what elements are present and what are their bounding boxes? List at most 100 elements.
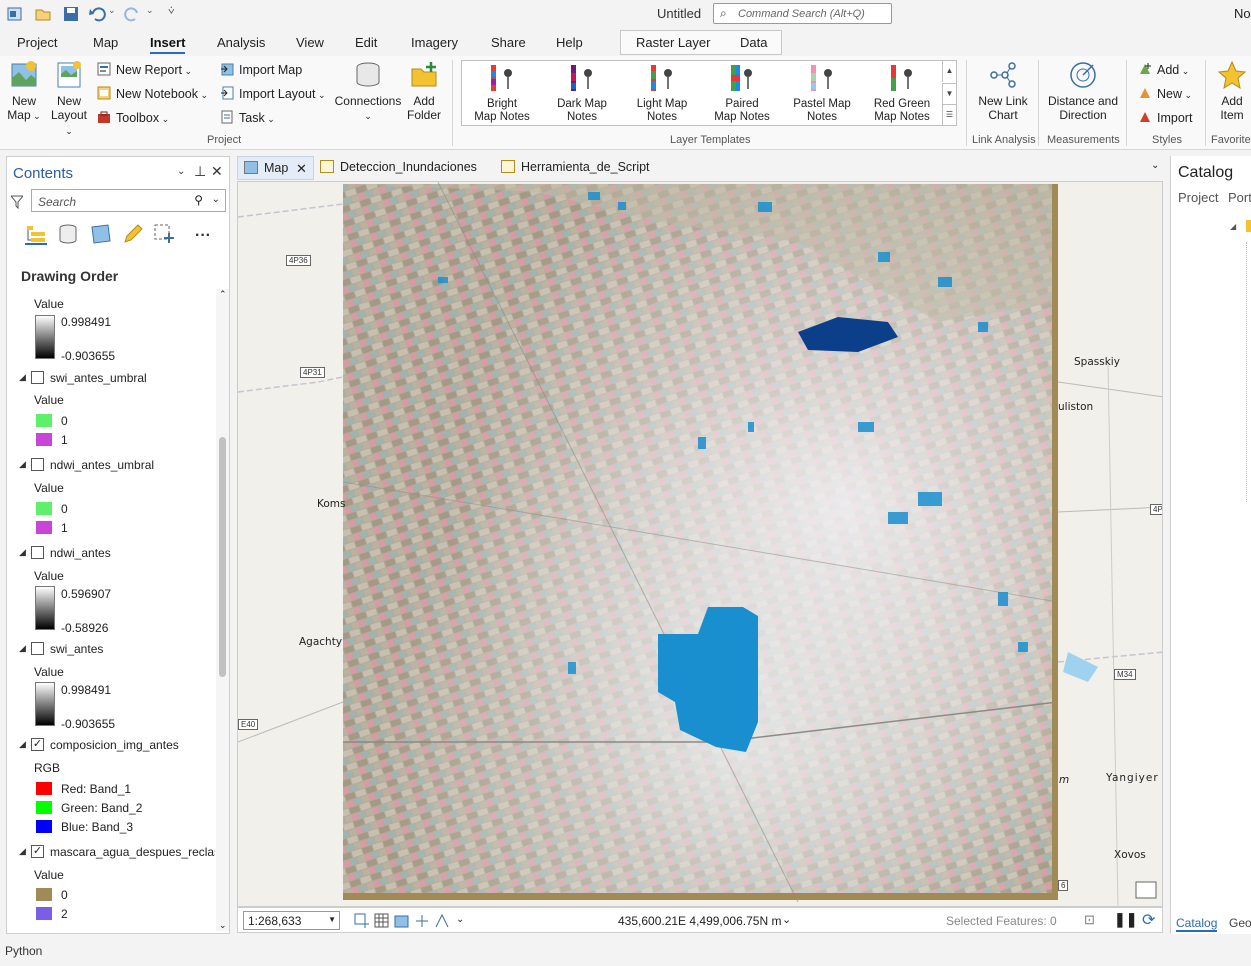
add-item-button[interactable]: Add Item (1212, 60, 1251, 122)
template-paired-map-notes[interactable]: Paired Map Notes (702, 65, 782, 124)
bottom-tab-catalog[interactable]: Catalog (1176, 916, 1218, 932)
layer-row-mascara-agua-despues-reclas[interactable]: ◢ ✓ mascara_agua_despues_reclas (7, 845, 215, 861)
tab-project[interactable]: Project (17, 35, 57, 50)
add-folder-button[interactable]: Add Folder (404, 60, 444, 122)
layer-visibility-checkbox[interactable] (31, 458, 44, 471)
contents-scrollbar[interactable]: ⌃ ⌄ (216, 289, 229, 931)
tab-map[interactable]: Map (93, 35, 118, 50)
layer-visibility-checkbox[interactable] (31, 546, 44, 559)
navigator-icon[interactable] (434, 913, 450, 929)
redo-icon[interactable] (124, 5, 142, 23)
list-by-selection-icon[interactable] (90, 223, 112, 245)
distance-direction-button[interactable]: Distance and Direction (1044, 60, 1122, 122)
tab-insert[interactable]: Insert (150, 35, 186, 54)
close-pane-icon[interactable]: ✕ (211, 163, 223, 180)
new-notebook-button[interactable]: New Notebook ⌄ (97, 86, 208, 101)
user-name-text[interactable]: No (1234, 6, 1251, 21)
template-light-map-notes[interactable]: Light Map Notes (622, 65, 702, 124)
layer-row-swi-antes-umbral[interactable]: ◢ swi_antes_umbral (7, 371, 215, 387)
undo-dropdown-icon[interactable]: ⌄ (108, 5, 116, 23)
new-report-button[interactable]: New Report ⌄ (97, 62, 192, 77)
customize-qat-icon[interactable]: ⩒ (168, 5, 175, 23)
tools-dropdown-icon[interactable]: ⌄ (456, 914, 464, 925)
styles-new-button[interactable]: New ⌄ (1138, 86, 1192, 101)
layout-grid-icon[interactable] (394, 913, 410, 929)
layer-row-ndwi-antes-umbral[interactable]: ◢ ndwi_antes_umbral (7, 458, 215, 474)
new-link-chart-button[interactable]: New Link Chart (973, 60, 1033, 122)
tab-view[interactable]: View (296, 35, 324, 50)
new-layout-button[interactable]: New Layout ⌄ (46, 60, 92, 138)
toolbox-button[interactable]: Toolbox ⌄ (97, 110, 169, 125)
layer-visibility-checkbox[interactable]: ✓ (31, 738, 44, 751)
contents-search-input[interactable]: Search ⚲ ⌄ (31, 189, 226, 212)
catalog-tab-portal[interactable]: Port (1228, 190, 1251, 205)
template-dark-map-notes[interactable]: Dark Map Notes (542, 65, 622, 124)
gallery-scroll-up[interactable]: ▲ (942, 61, 956, 82)
styles-add-button[interactable]: Add ⌄ (1138, 62, 1189, 77)
tab-data[interactable]: Data (740, 35, 767, 50)
template-pastel-map-notes[interactable]: Pastel Map Notes (782, 65, 862, 124)
snapping-icon[interactable] (414, 913, 430, 929)
pause-drawing-icon[interactable]: ❚❚ (1114, 911, 1137, 928)
layer-visibility-checkbox[interactable] (31, 642, 44, 655)
expand-collapse-icon[interactable]: ◢ (19, 739, 26, 750)
scroll-down-icon[interactable]: ⌄ (219, 920, 227, 931)
tab-analysis[interactable]: Analysis (217, 35, 265, 50)
catalog-tab-project[interactable]: Project (1178, 190, 1218, 205)
expand-collapse-icon[interactable]: ◢ (19, 846, 26, 857)
layer-row-ndwi-antes[interactable]: ◢ ndwi_antes (7, 546, 215, 562)
styles-import-button[interactable]: Import (1138, 110, 1192, 125)
expand-collapse-icon[interactable]: ◢ (19, 643, 26, 654)
list-by-data-source-icon[interactable] (57, 223, 79, 245)
table-icon[interactable] (374, 913, 390, 929)
gallery-expand[interactable]: ☰ (942, 104, 956, 125)
filter-icon[interactable] (11, 195, 23, 209)
template-red-green-map-notes[interactable]: Red Green Map Notes (862, 65, 942, 124)
tab-edit[interactable]: Edit (355, 35, 377, 50)
tabs-overflow-icon[interactable]: ⌄ (1151, 160, 1159, 171)
connections-button[interactable]: Connections ⌄ (333, 60, 403, 123)
tab-deteccion-inundaciones[interactable]: Deteccion_Inundaciones (320, 160, 477, 174)
layer-visibility-checkbox[interactable]: ✓ (31, 845, 44, 858)
command-search-input[interactable]: ⌕ Command Search (Alt+Q) (713, 3, 892, 24)
save-icon[interactable] (62, 5, 80, 23)
expand-collapse-icon[interactable]: ◢ (19, 547, 26, 558)
scroll-up-icon[interactable]: ⌃ (219, 289, 227, 300)
grid-tool-icon[interactable] (354, 913, 370, 929)
gallery-scroll-down[interactable]: ▼ (942, 83, 956, 104)
task-button[interactable]: Task ⌄ (220, 110, 275, 125)
undo-icon[interactable] (88, 5, 106, 23)
new-project-icon[interactable] (6, 5, 24, 23)
tab-raster-layer[interactable]: Raster Layer (636, 35, 710, 50)
clear-selection-icon[interactable]: ⊡ (1084, 912, 1095, 928)
tab-help[interactable]: Help (556, 35, 583, 50)
list-by-editing-icon[interactable] (122, 223, 144, 245)
tab-herramienta-de-script[interactable]: Herramienta_de_Script (501, 160, 650, 174)
layer-row-swi-antes[interactable]: ◢ swi_antes (7, 642, 215, 658)
map-canvas[interactable] (238, 182, 1163, 907)
scale-dropdown-icon[interactable]: ▼ (328, 915, 336, 924)
layer-row-composicion-img-antes[interactable]: ◢ ✓ composicion_img_antes (7, 738, 215, 754)
tab-imagery[interactable]: Imagery (411, 35, 458, 50)
search-options-dropdown-icon[interactable]: ⌄ (212, 194, 220, 205)
close-tab-icon[interactable]: ✕ (296, 161, 307, 177)
scale-selector[interactable]: 1:268,633 ▼ (243, 911, 340, 930)
template-bright-map-notes[interactable]: Bright Map Notes (462, 65, 542, 124)
import-map-button[interactable]: Import Map (220, 62, 302, 77)
list-by-snapping-icon[interactable] (153, 223, 175, 245)
pin-icon[interactable]: ⊥ (194, 163, 206, 180)
list-by-drawing-order-icon[interactable] (25, 223, 47, 245)
python-window-tab[interactable]: Python (5, 944, 42, 958)
layer-visibility-checkbox[interactable] (31, 371, 44, 384)
redo-dropdown-icon[interactable]: ⌄ (146, 5, 154, 23)
more-options-icon[interactable]: ··· (195, 227, 211, 245)
coordinate-format-dropdown-icon[interactable]: ⌄ (782, 913, 791, 926)
refresh-icon[interactable]: ⟳ (1142, 910, 1155, 930)
expand-collapse-icon[interactable]: ◢ (19, 372, 26, 383)
bottom-tab-geoprocessing[interactable]: Geo (1229, 916, 1251, 930)
expand-collapse-icon[interactable]: ◢ (19, 459, 26, 470)
tab-map-view[interactable]: Map ✕ (237, 156, 314, 180)
pane-options-icon[interactable]: ⌄ (177, 166, 185, 177)
tab-share[interactable]: Share (491, 35, 526, 50)
import-layout-button[interactable]: Import Layout ⌄ (220, 86, 325, 101)
